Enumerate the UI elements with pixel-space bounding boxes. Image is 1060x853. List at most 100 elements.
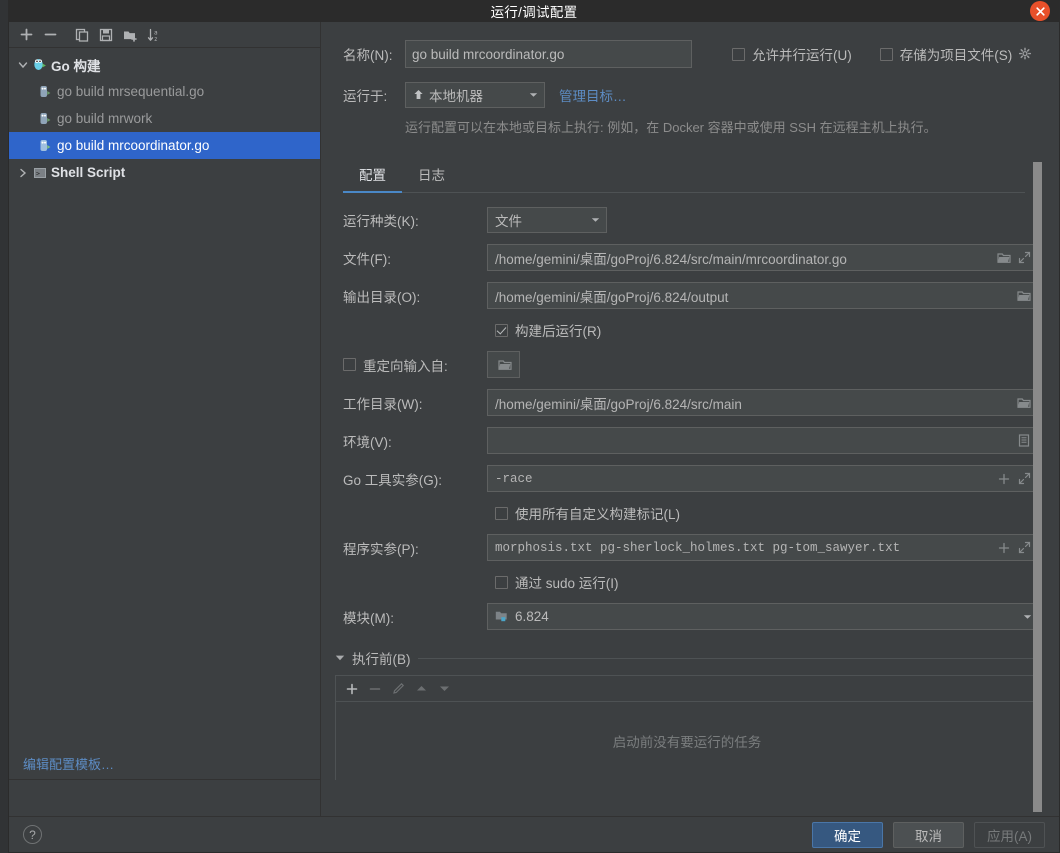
tree-item-go-build-group[interactable]: Go 构建	[9, 51, 320, 78]
run-with-sudo-checkbox[interactable]: 通过 sudo 运行(I)	[495, 572, 619, 592]
go-gopher-icon	[31, 57, 48, 73]
svg-text:>: >	[36, 169, 40, 177]
file-label: 文件(F):	[343, 251, 391, 267]
run-kind-combobox[interactable]: 文件	[487, 207, 607, 233]
checkbox-box	[343, 358, 356, 371]
edit-env-vars-icon[interactable]	[1014, 430, 1034, 452]
edit-configuration-templates-link[interactable]: 编辑配置模板…	[23, 754, 114, 773]
expand-editor-icon[interactable]	[1014, 247, 1034, 269]
ok-button[interactable]: 确定	[812, 821, 883, 848]
working-dir-input[interactable]: /home/gemini/桌面/goProj/6.824/src/main	[487, 389, 1039, 416]
working-dir-value: /home/gemini/桌面/goProj/6.824/src/main	[495, 396, 742, 412]
pencil-icon	[388, 679, 408, 699]
chevron-down-icon[interactable]	[584, 208, 606, 232]
before-launch-divider	[417, 657, 1039, 659]
name-input-value: go build mrcoordinator.go	[412, 46, 565, 62]
go-tool-args-label: Go 工具实参(G):	[343, 472, 443, 488]
browse-folder-icon[interactable]	[994, 247, 1014, 269]
run-after-build-checkbox[interactable]: 构建后运行(R)	[495, 320, 601, 340]
browse-folder-icon[interactable]	[1014, 285, 1034, 307]
before-launch-title: 执行前(B)	[352, 652, 411, 667]
add-argument-icon[interactable]	[994, 468, 1014, 490]
allow-parallel-run-checkbox[interactable]: 允许并行运行(U)	[732, 44, 852, 64]
output-dir-label: 输出目录(O):	[343, 289, 421, 305]
plus-icon[interactable]	[15, 24, 37, 46]
go-tool-args-row: Go 工具实参(G): -race	[343, 465, 1039, 492]
run-kind-row: 运行种类(K): 文件	[343, 207, 1039, 233]
use-all-custom-build-tags-checkbox[interactable]: 使用所有自定义构建标记(L)	[495, 503, 680, 523]
apply-button[interactable]: 应用(A)	[974, 821, 1045, 848]
tree-item-go-build-mrsequential[interactable]: go build mrsequential.go	[9, 78, 320, 105]
program-args-input[interactable]: morphosis.txt pg-sherlock_holmes.txt pg-…	[487, 534, 1039, 561]
tree-item-go-build-mrwork[interactable]: go build mrwork	[9, 105, 320, 132]
run-with-sudo-label: 通过 sudo 运行(I)	[515, 576, 619, 591]
gear-icon[interactable]	[1018, 47, 1032, 61]
configurations-tree[interactable]: Go 构建 go build mrsequential.go go build …	[9, 48, 320, 816]
expand-editor-icon[interactable]	[1014, 537, 1034, 559]
run-on-label: 运行于:	[343, 89, 388, 104]
run-after-build-label: 构建后运行(R)	[515, 324, 602, 339]
save-icon[interactable]	[95, 24, 117, 46]
add-argument-icon[interactable]	[994, 537, 1014, 559]
file-input[interactable]: /home/gemini/桌面/goProj/6.824/src/main/mr…	[487, 244, 1039, 271]
sort-alpha-icon[interactable]: a z	[143, 24, 165, 46]
vertical-scrollbar[interactable]	[1033, 162, 1042, 812]
expand-editor-icon[interactable]	[1014, 468, 1034, 490]
copy-icon[interactable]	[71, 24, 93, 46]
run-with-sudo-row: 通过 sudo 运行(I)	[495, 572, 1039, 592]
run-target-combobox[interactable]: 本地机器	[405, 82, 545, 108]
dialog-titlebar: 运行/调试配置	[9, 0, 1059, 22]
chevron-right-icon[interactable]	[15, 165, 31, 181]
browse-folder-icon[interactable]	[495, 354, 515, 376]
before-launch-section: 执行前(B) 启动前没有要运行的任务	[335, 648, 1039, 780]
store-as-project-file-checkbox[interactable]: 存储为项目文件(S)	[879, 44, 1012, 64]
browse-folder-icon[interactable]	[1014, 392, 1034, 414]
close-icon[interactable]	[1030, 1, 1050, 21]
go-tool-args-value: -race	[495, 471, 533, 486]
tab-configuration[interactable]: 配置	[343, 158, 402, 193]
collapse-triangle-icon[interactable]	[335, 654, 345, 662]
chevron-down-icon[interactable]	[15, 57, 31, 73]
redirect-input-field[interactable]	[487, 351, 520, 378]
output-dir-value: /home/gemini/桌面/goProj/6.824/output	[495, 289, 729, 305]
arrow-up-icon	[411, 679, 431, 699]
plus-icon[interactable]	[342, 679, 362, 699]
before-launch-task-list[interactable]: 启动前没有要运行的任务	[335, 701, 1039, 780]
name-input[interactable]: go build mrcoordinator.go	[405, 40, 692, 68]
chevron-down-icon[interactable]	[522, 83, 544, 107]
before-launch-header: 执行前(B)	[335, 648, 1039, 668]
module-combobox[interactable]: 6.824	[487, 603, 1039, 630]
svg-text:z: z	[154, 36, 158, 42]
tree-item-label: Go 构建	[51, 58, 101, 74]
configurations-panel: a z Go 构建 go build mrsequential.go go bu…	[9, 22, 321, 816]
module-value: 6.824	[515, 609, 549, 624]
tab-logs[interactable]: 日志	[402, 158, 461, 193]
redirect-input-row: 重定向输入自:	[343, 351, 1039, 378]
help-button[interactable]: ?	[23, 825, 42, 844]
output-dir-input[interactable]: /home/gemini/桌面/goProj/6.824/output	[487, 282, 1039, 309]
go-tool-args-input[interactable]: -race	[487, 465, 1039, 492]
manage-targets-link[interactable]: 管理目标…	[559, 85, 627, 105]
cancel-button[interactable]: 取消	[893, 821, 964, 848]
redirect-input-label: 重定向输入自:	[363, 358, 448, 374]
environment-label: 环境(V):	[343, 434, 392, 450]
new-folder-icon[interactable]	[119, 24, 141, 46]
allow-parallel-run-label: 允许并行运行(U)	[752, 48, 852, 63]
run-on-row: 运行于: 本地机器 管理目标…	[343, 82, 1059, 108]
module-row: 模块(M): 6.824	[343, 603, 1039, 630]
shell-script-icon: >	[31, 165, 48, 181]
minus-icon[interactable]	[39, 24, 61, 46]
before-launch-empty-text: 启动前没有要运行的任务	[612, 735, 762, 750]
redirect-input-checkbox[interactable]: 重定向输入自:	[343, 355, 487, 375]
tree-item-go-build-mrcoordinator[interactable]: go build mrcoordinator.go	[9, 132, 320, 159]
checkbox-box	[495, 506, 508, 520]
run-on-hint: 运行配置可以在本地或目标上执行: 例如，在 Docker 容器中或使用 SSH …	[405, 120, 937, 135]
environment-input[interactable]	[487, 427, 1039, 454]
use-all-custom-build-tags-row: 使用所有自定义构建标记(L)	[495, 503, 1039, 523]
tree-item-label: go build mrcoordinator.go	[57, 138, 210, 153]
environment-row: 环境(V):	[343, 427, 1039, 454]
tree-item-shell-script-group[interactable]: > Shell Script	[9, 159, 320, 186]
configuration-form: 运行种类(K): 文件 文件(F): /home/gemini/桌面/goPro…	[343, 193, 1039, 630]
tree-toolbar: a z	[9, 22, 320, 48]
configuration-editor-panel: 名称(N): go build mrcoordinator.go 允许并行运行(…	[321, 22, 1059, 816]
